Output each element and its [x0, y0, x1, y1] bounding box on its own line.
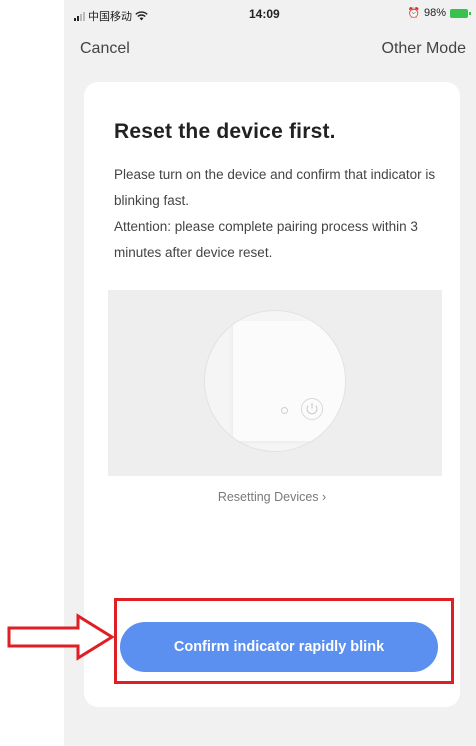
- status-time: 14:09: [249, 7, 280, 21]
- battery-percent: 98%: [423, 7, 446, 19]
- power-button-icon: [300, 397, 324, 426]
- wifi-icon: [135, 11, 148, 21]
- instruction-attention: Attention: please complete pairing proce…: [114, 219, 418, 260]
- other-mode-button[interactable]: Other Mode: [382, 40, 466, 58]
- device-face: [233, 321, 345, 441]
- nav-bar: Cancel Other Mode: [64, 36, 476, 66]
- instruction-blink: Please turn on the device and confirm th…: [114, 167, 436, 208]
- battery-icon: [450, 8, 471, 18]
- indicator-light-icon: [281, 407, 288, 414]
- status-left: 中国移动: [74, 8, 148, 24]
- carrier-name: 中国移动: [88, 11, 132, 23]
- device-image: [204, 310, 346, 452]
- page-title: Reset the device first.: [114, 120, 336, 143]
- annotation-arrow-icon: [6, 612, 118, 667]
- signal-icon: [74, 11, 85, 21]
- status-right: ⏰ 98%: [407, 7, 471, 19]
- annotation-highlight-box: [114, 598, 454, 684]
- status-bar: 中国移动 14:09 ⏰ 98%: [64, 0, 476, 28]
- resetting-devices-link[interactable]: Resetting Devices ›: [84, 490, 460, 504]
- alarm-icon: ⏰: [407, 7, 420, 19]
- device-illustration: [108, 290, 442, 476]
- screenshot-stage: 中国移动 14:09 ⏰ 98% Cancel Other Mode Reset…: [0, 0, 476, 746]
- instructions-text: Please turn on the device and confirm th…: [114, 162, 444, 266]
- cancel-button[interactable]: Cancel: [80, 40, 130, 58]
